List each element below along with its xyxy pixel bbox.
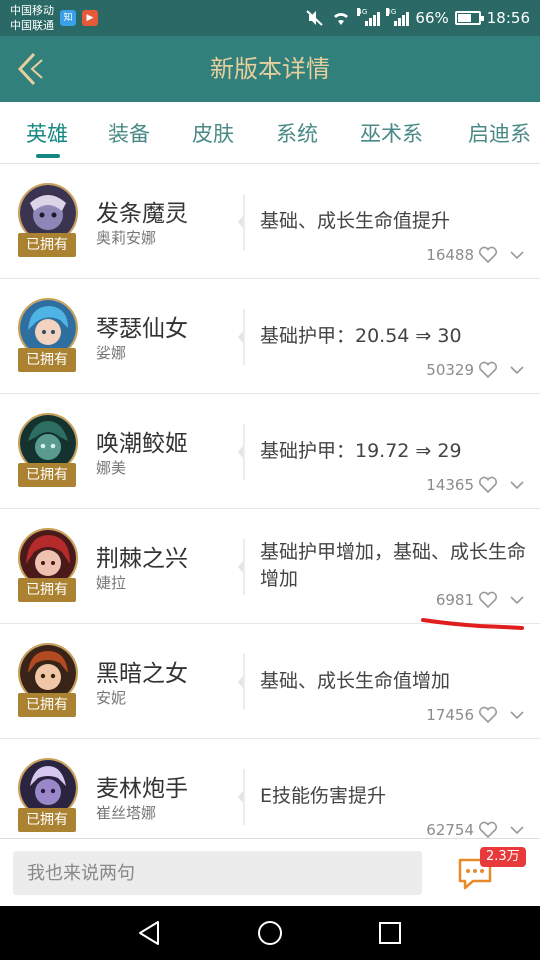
zhihu-notification-icon: 知 [60,10,76,26]
square-recent-icon [379,922,401,944]
wifi-icon [331,9,351,27]
list-item[interactable]: 已拥有 唤潮鲛姬 娜美 基础护甲：19.72 ⇒ 29 14365 [0,394,540,509]
heart-icon[interactable] [478,821,498,838]
owned-badge: 已拥有 [18,578,76,602]
battery-percent: 66% [415,9,449,27]
tab-system[interactable]: 系统 [276,118,318,148]
like-count: 16488 [426,246,474,264]
tab-skins[interactable]: 皮肤 [192,118,234,148]
mute-icon [305,9,325,27]
nav-back-button[interactable] [136,919,164,947]
heart-icon[interactable] [478,591,498,609]
comment-input[interactable] [13,851,422,895]
divider [238,769,245,825]
like-area: 14365 [426,474,524,496]
divider [238,309,245,365]
list-item[interactable]: 已拥有 荆棘之兴 婕拉 基础护甲增加，基础、成长生命增加 6981 [0,509,540,624]
clock: 18:56 [486,9,530,27]
hero-subname: 婕拉 [96,574,127,592]
divider [238,424,245,480]
chevron-down-icon[interactable] [510,710,524,720]
like-count: 62754 [426,821,474,838]
circle-home-icon [258,921,282,945]
change-description: 基础护甲增加，基础、成长生命增加 [260,541,527,590]
divider [238,654,245,710]
like-count: 14365 [426,476,474,494]
change-description: 基础护甲：19.72 ⇒ 29 [260,440,462,462]
carrier-1: 中国移动 [10,4,54,17]
tab-items[interactable]: 装备 [108,118,150,148]
comment-bar: 2.3万 [0,838,540,906]
hero-name: 琴瑟仙女 [96,316,188,342]
like-area: 62754 [426,819,524,838]
video-notification-icon: ▶ [82,10,98,26]
heart-icon[interactable] [478,246,498,264]
divider [238,194,245,250]
carrier-2: 中国联通 [10,19,54,32]
list-item[interactable]: 已拥有 发条魔灵 奥莉安娜 基础、成长生命值提升 16488 [0,164,540,279]
hero-name: 黑暗之女 [96,661,188,687]
hero-subname: 安妮 [96,689,127,707]
owned-badge: 已拥有 [18,233,76,257]
category-tabs: 英雄 装备 皮肤 系统 巫术系 启迪系 [0,102,540,164]
carrier-info: 中国移动 中国联通 [10,3,54,33]
chevron-down-icon[interactable] [510,480,524,490]
tab-heroes[interactable]: 英雄 [26,118,68,148]
hero-subname: 崔丝塔娜 [96,804,157,822]
comment-count-badge: 2.3万 [480,847,526,867]
hero-name: 荆棘之兴 [96,546,188,572]
system-nav-bar [0,906,540,960]
list-item[interactable]: 已拥有 黑暗之女 安妮 基础、成长生命值增加 17456 [0,624,540,739]
app-header: 新版本详情 [0,36,540,102]
change-description: 基础护甲：20.54 ⇒ 30 [260,325,462,347]
list-item[interactable]: 已拥有 麦林炮手 崔丝塔娜 E技能伤害提升 62754 [0,739,540,838]
change-description: 基础、成长生命值增加 [260,670,451,692]
triangle-back-icon [139,921,159,945]
hero-name: 麦林炮手 [96,776,188,802]
nav-recent-button[interactable] [376,919,404,947]
active-tab-indicator [36,154,60,158]
hero-subname: 奥莉安娜 [96,229,157,247]
heart-icon[interactable] [478,706,498,724]
like-count: 50329 [426,361,474,379]
change-description: E技能伤害提升 [260,785,387,807]
owned-badge: 已拥有 [18,463,76,487]
like-area: 50329 [426,359,524,381]
divider [238,539,245,595]
tab-sorcery[interactable]: 巫术系 [360,118,423,148]
heart-icon[interactable] [478,476,498,494]
nav-home-button[interactable] [256,919,284,947]
like-count: 6981 [435,591,474,609]
like-area: 16488 [426,244,524,266]
chevron-down-icon[interactable] [510,595,524,605]
chevron-down-icon[interactable] [510,825,524,835]
owned-badge: 已拥有 [18,808,76,832]
hero-change-list: 已拥有 发条魔灵 奥莉安娜 基础、成长生命值提升 16488 已拥有 琴瑟仙女 … [0,164,540,838]
hero-subname: 娑娜 [96,344,127,362]
change-description: 基础、成长生命值提升 [260,210,451,232]
chevron-down-icon[interactable] [510,365,524,375]
owned-badge: 已拥有 [18,693,76,717]
tab-inspiration[interactable]: 启迪系 [468,118,531,148]
battery-icon [454,11,484,25]
hero-name: 唤潮鲛姬 [96,431,188,457]
like-count: 17456 [426,706,474,724]
like-area: 6981 [436,589,524,611]
status-bar: 中国移动 中国联通 知 ▶ 4G 3G 66% 18:56 [0,0,540,36]
hero-subname: 娜美 [96,459,127,477]
list-item[interactable]: 已拥有 琴瑟仙女 娑娜 基础护甲：20.54 ⇒ 30 50329 [0,279,540,394]
signal-3g-icon: 3G [386,8,410,26]
chevron-down-icon[interactable] [510,250,524,260]
page-title: 新版本详情 [210,55,330,83]
hero-name: 发条魔灵 [96,201,188,227]
owned-badge: 已拥有 [18,348,76,372]
heart-icon[interactable] [478,361,498,379]
like-area: 17456 [426,704,524,726]
signal-4g-icon: 4G [357,8,381,26]
